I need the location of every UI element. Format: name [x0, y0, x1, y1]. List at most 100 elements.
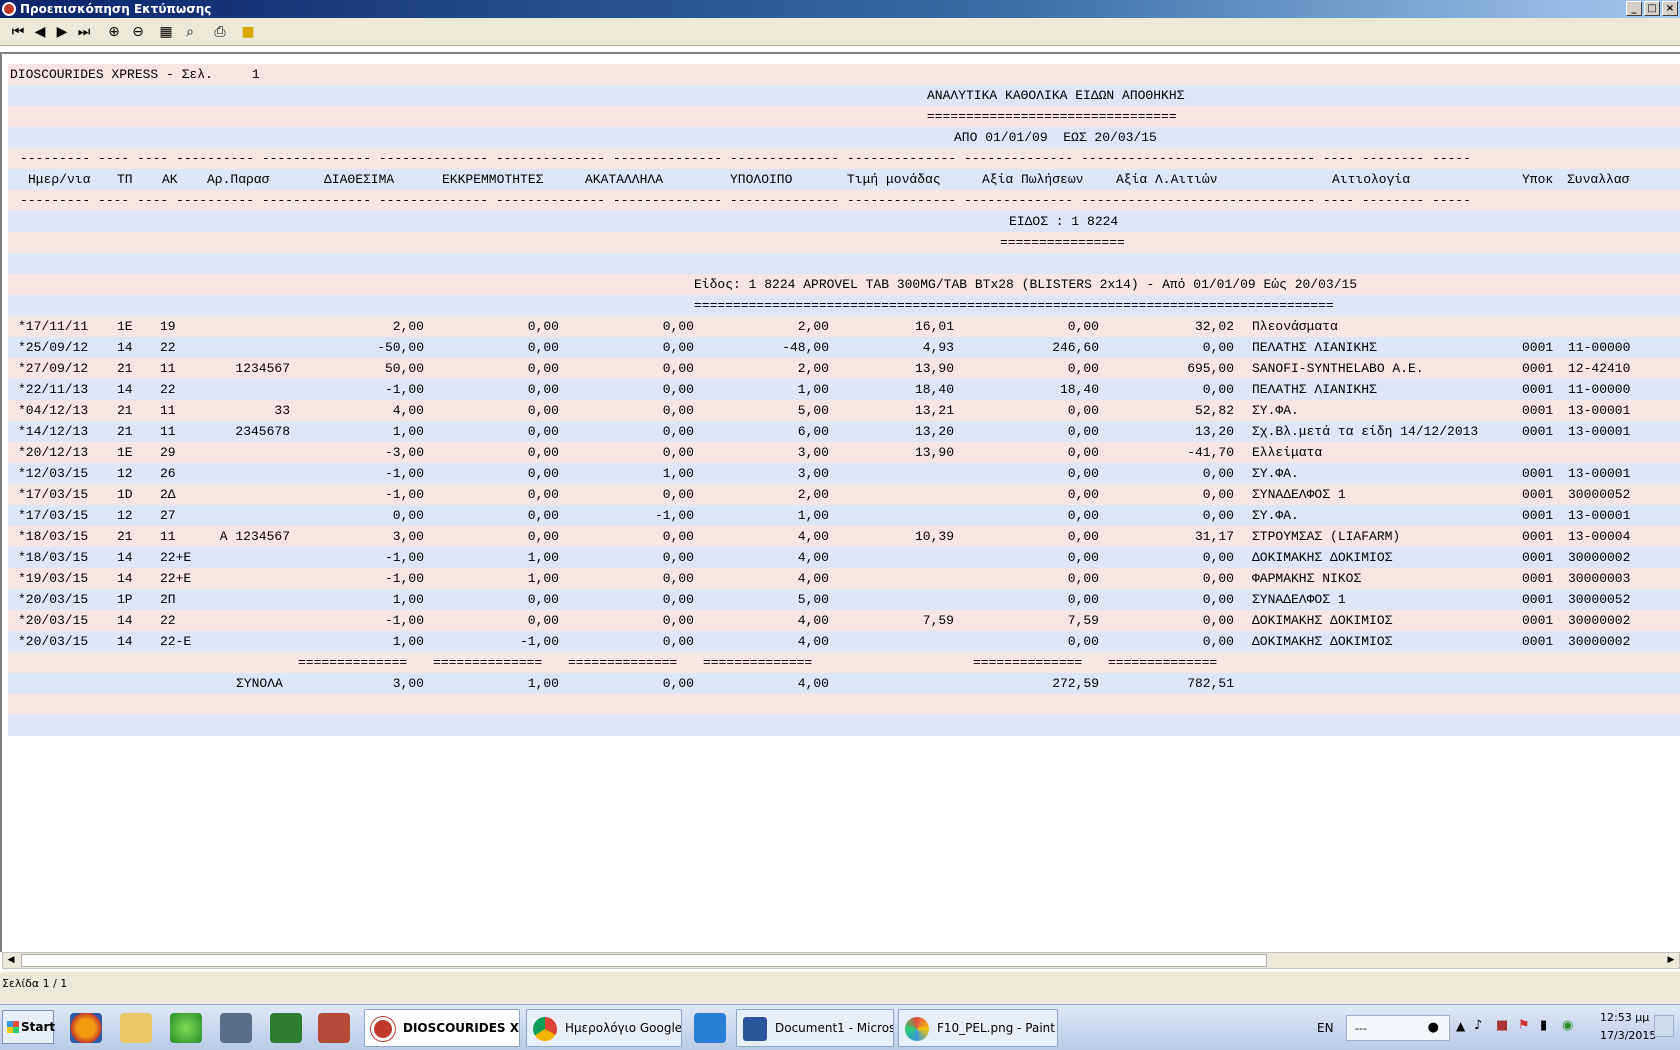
report-preview[interactable]: DIOSCOURIDES XPRESS - Σελ. 1 ΑΝΑΛΥΤΙΚΑ ΚΑ… — [0, 52, 1680, 952]
table-cell: 11-00000 — [1568, 340, 1631, 355]
totals-value: 272,59 — [1052, 676, 1099, 691]
excel-icon[interactable] — [270, 1013, 302, 1043]
table-cell: 0,00 — [392, 508, 424, 523]
table-cell: *17/11/11 — [18, 319, 89, 334]
table-cell: 0001 — [1522, 340, 1554, 355]
explorer-folder-icon[interactable] — [120, 1013, 152, 1043]
task-word[interactable]: Document1 - Microsof... — [736, 1009, 894, 1047]
toolbar: ⏮ ◀ ▶ ⏭ ⊕ ⊖ ▦ ⌕ ⎙ ■ — [0, 18, 1680, 46]
messenger-icon[interactable] — [170, 1013, 202, 1043]
table-cell: 18,40 — [914, 382, 954, 397]
table-cell: 0001 — [1522, 592, 1554, 607]
minimize-button[interactable]: _ — [1626, 1, 1642, 16]
item-heading: ΕΙΔΟΣ : 1 8224 — [1009, 214, 1119, 229]
table-cell: 1,00 — [527, 550, 559, 565]
table-cell: 0,00 — [1202, 508, 1234, 523]
task-dioscourides[interactable]: DIOSCOURIDES XP... — [364, 1009, 520, 1047]
table-cell: -1,00 — [384, 550, 424, 565]
table-cell: ΠΕΛΑΤΗΣ ΛΙΑΝΙΚΗΣ — [1252, 382, 1377, 397]
horizontal-scrollbar[interactable]: ◀ ▶ — [2, 952, 1680, 969]
next-page-icon[interactable]: ▶ — [52, 22, 72, 42]
table-cell: 0,00 — [527, 424, 559, 439]
table-cell: *04/12/13 — [18, 403, 89, 418]
table-cell: 29 — [160, 445, 176, 460]
print-icon[interactable]: ⎙ — [210, 22, 230, 42]
clock-date[interactable]: 17/3/2015 — [1600, 1029, 1656, 1042]
table-cell: 0,00 — [1067, 508, 1099, 523]
table-cell: *22/11/13 — [18, 382, 89, 397]
task-paint[interactable]: F10_PEL.png - Paint — [898, 1009, 1058, 1047]
table-cell: 13-00001 — [1568, 403, 1631, 418]
close-button[interactable]: × — [1662, 1, 1678, 16]
scroll-left-icon[interactable]: ◀ — [3, 953, 19, 968]
task-chrome[interactable]: Ημερολόγιο Google - ... — [526, 1009, 682, 1047]
flag-icon[interactable]: ⚑ — [1518, 1018, 1530, 1033]
column-header: Τιμή μονάδας — [847, 172, 941, 187]
report-band — [8, 211, 1680, 232]
teamviewer-icon[interactable] — [694, 1013, 726, 1043]
table-cell: *20/12/13 — [18, 445, 89, 460]
firefox-icon[interactable] — [70, 1013, 102, 1043]
table-cell: 22+E — [160, 571, 192, 586]
table-cell: 14 — [117, 634, 133, 649]
show-desktop-button[interactable] — [1654, 1015, 1674, 1037]
first-page-icon[interactable]: ⏮ — [8, 22, 28, 42]
table-cell: *20/03/15 — [18, 613, 89, 628]
column-header: ΑΚΑΤΑΛΛΗΛΑ — [585, 172, 664, 187]
table-cell: 0,00 — [1202, 613, 1234, 628]
column-header: Αιτιολογία — [1332, 172, 1411, 187]
table-cell: 4,00 — [797, 550, 829, 565]
table-cell: 30000002 — [1568, 613, 1631, 628]
sync-icon[interactable]: ◉ — [1562, 1018, 1573, 1033]
tray-expand-icon[interactable]: ▲ — [1456, 1019, 1465, 1033]
table-cell: 2Δ — [160, 487, 176, 502]
find-icon[interactable]: ⌕ — [180, 22, 200, 42]
table-cell: 0,00 — [662, 613, 694, 628]
volume-icon[interactable]: ♪ — [1474, 1018, 1482, 1033]
column-header: Συναλλασ — [1567, 172, 1630, 187]
clock-time[interactable]: 12:53 μμ — [1600, 1011, 1649, 1024]
scroll-thumb[interactable] — [21, 954, 1267, 967]
report-band — [8, 547, 1680, 568]
table-cell: 13,20 — [1194, 424, 1234, 439]
dioscourides-icon — [371, 1017, 395, 1041]
security-icon[interactable]: ■ — [1496, 1018, 1508, 1033]
table-cell: 2,00 — [392, 319, 424, 334]
table-cell: 0001 — [1522, 634, 1554, 649]
table-cell: 1,00 — [527, 571, 559, 586]
table-cell: SANOFI-SYNTHELABO A.E. — [1252, 361, 1424, 376]
scroll-right-icon[interactable]: ▶ — [1663, 953, 1679, 968]
table-cell: *17/03/15 — [18, 508, 89, 523]
last-page-icon[interactable]: ⏭ — [74, 22, 94, 42]
table-cell: ΔΟΚΙΜΑΚΗΣ ΔΟΚΙΜΙΟΣ — [1252, 634, 1393, 649]
table-cell: 1,00 — [392, 634, 424, 649]
network-icon[interactable]: ▮ — [1540, 1018, 1547, 1033]
camera-icon[interactable] — [220, 1013, 252, 1043]
table-cell: ΦΑΡΜΑΚΗΣ ΝΙΚΟΣ — [1252, 571, 1362, 586]
table-cell: 0,00 — [662, 340, 694, 355]
prev-page-icon[interactable]: ◀ — [30, 22, 50, 42]
table-cell: 0001 — [1522, 550, 1554, 565]
table-cell: 14 — [117, 550, 133, 565]
zoom-out-icon[interactable]: ⊖ — [128, 22, 148, 42]
table-cell: 12 — [117, 508, 133, 523]
table-cell: 11-00000 — [1568, 382, 1631, 397]
table-cell: 12 — [117, 466, 133, 481]
app-shortcut-icon[interactable] — [318, 1013, 350, 1043]
start-button[interactable]: Start — [2, 1010, 55, 1044]
language-indicator[interactable]: EN — [1317, 1021, 1334, 1035]
folder-icon[interactable]: ■ — [238, 22, 258, 42]
report-band — [8, 694, 1680, 715]
table-cell: ΣΥ.ΦΑ. — [1252, 466, 1299, 481]
zoom-in-icon[interactable]: ⊕ — [104, 22, 124, 42]
table-cell: -3,00 — [384, 445, 424, 460]
totals-value: 782,51 — [1187, 676, 1234, 691]
tray-field[interactable]: --- ● — [1346, 1015, 1450, 1041]
table-cell: ΣΥ.ΦΑ. — [1252, 508, 1299, 523]
column-header: Ημερ/νια — [28, 172, 91, 187]
maximize-button[interactable]: □ — [1644, 1, 1660, 16]
table-cell: ΠΕΛΑΤΗΣ ΛΙΑΝΙΚΗΣ — [1252, 340, 1377, 355]
table-cell: 11 — [160, 529, 176, 544]
page-setup-icon[interactable]: ▦ — [156, 22, 176, 42]
report-period: ΑΠΟ 01/01/09 ΕΩΣ 20/03/15 — [954, 130, 1157, 145]
